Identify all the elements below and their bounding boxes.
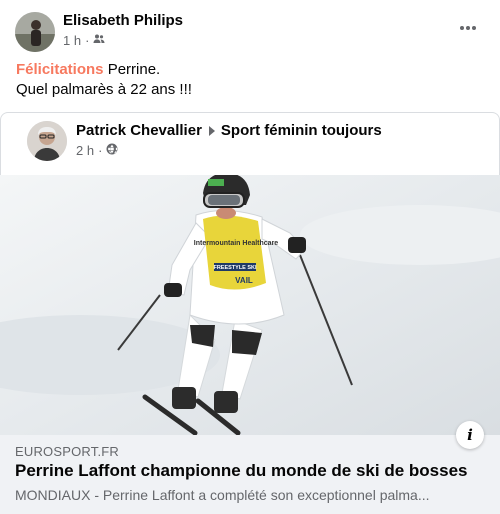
meta-separator: ·: [98, 143, 103, 158]
meta-separator: ·: [85, 33, 90, 48]
post-text: Félicitations Perrine. Quel palmarès à 2…: [16, 60, 486, 100]
shared-time[interactable]: 2 h: [76, 143, 94, 158]
link-title[interactable]: Perrine Laffont championne du monde de s…: [15, 461, 467, 481]
friends-icon: [93, 33, 105, 48]
author-avatar[interactable]: [15, 12, 55, 52]
feed-post: Elisabeth Philips 1 h · Félicitations Pe…: [0, 0, 500, 514]
shared-header: Patrick Chevallier Sport féminin toujour…: [76, 122, 382, 139]
post-meta: 1 h ·: [63, 33, 105, 48]
more-icon: [460, 26, 476, 30]
shared-author-name[interactable]: Patrick Chevallier: [76, 122, 202, 139]
shared-group-name[interactable]: Sport féminin toujours: [221, 122, 382, 139]
bib-sponsor: Intermountain Healthcare: [194, 240, 279, 247]
shared-meta: 2 h ·: [76, 143, 119, 158]
info-button[interactable]: i: [456, 421, 484, 449]
author-name[interactable]: Elisabeth Philips: [63, 12, 183, 29]
more-options-button[interactable]: [454, 14, 482, 42]
link-description: MONDIAUX - Perrine Laffont a complété so…: [15, 487, 430, 503]
bib-venue: VAIL: [235, 276, 253, 285]
triangle-right-icon: [208, 125, 215, 136]
info-icon: i: [467, 426, 473, 444]
highlighted-word: Félicitations: [16, 61, 104, 78]
shared-author-avatar[interactable]: [27, 121, 67, 161]
link-domain: EUROSPORT.FR: [15, 444, 120, 459]
link-preview-photo[interactable]: Intermountain Healthcare FREESTYLE SKI V…: [0, 175, 500, 435]
post-text-rest: Perrine.: [103, 61, 161, 78]
post-time[interactable]: 1 h: [63, 33, 81, 48]
post-text-line2: Quel palmarès à 22 ans !!!: [16, 81, 192, 98]
bib-event: FREESTYLE SKI: [213, 265, 257, 271]
globe-icon: [106, 143, 119, 158]
